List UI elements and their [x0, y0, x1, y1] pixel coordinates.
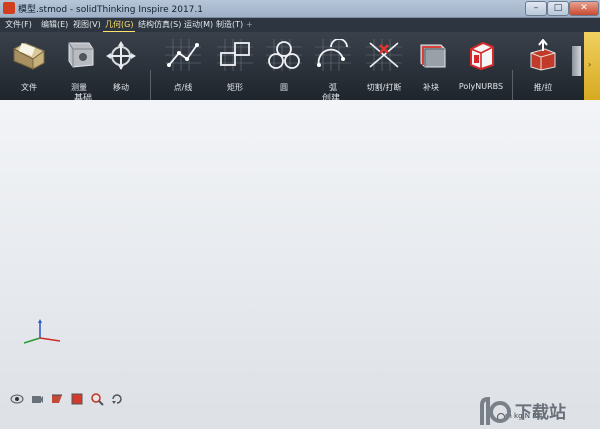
tool-trim-label: 切割/打断: [366, 83, 402, 92]
tool-file-label: 文件: [21, 83, 37, 92]
camera-icon[interactable]: [30, 392, 44, 406]
zoom-icon[interactable]: [90, 392, 104, 406]
tool-measure[interactable]: 测量: [56, 36, 102, 98]
watermark-logo: 下载站: [478, 395, 596, 429]
maximize-button[interactable]: □: [547, 1, 569, 16]
arc-icon: [315, 39, 351, 71]
push-pull-icon: [530, 39, 556, 71]
minimize-button[interactable]: –: [525, 1, 547, 16]
shaded-box-icon[interactable]: [70, 392, 84, 406]
trim-icon: [366, 39, 402, 71]
watermark-text: 下载站: [515, 403, 566, 423]
tool-move-label: 移动: [113, 83, 129, 92]
point-line-icon: [165, 39, 201, 71]
rectangle-icon: [217, 39, 253, 71]
tool-push-pull[interactable]: 推/拉: [520, 36, 566, 98]
tool-point-line-label: 点/线: [173, 83, 193, 92]
move-icon: [106, 41, 136, 70]
tool-circle[interactable]: 圆: [262, 36, 306, 98]
chevron-right-icon: ›: [588, 60, 592, 69]
tool-rectangle-label: 矩形: [227, 83, 243, 92]
tool-rectangle[interactable]: 矩形: [212, 36, 258, 98]
tool-push-pull-label: 推/拉: [533, 83, 553, 92]
menu-view[interactable]: 视图(V): [71, 19, 103, 31]
add-tab-button[interactable]: +: [244, 19, 255, 31]
tool-point-line[interactable]: 点/线: [158, 36, 208, 98]
tool-arc[interactable]: 弧: [310, 36, 356, 98]
menu-edit[interactable]: 编辑(E): [39, 19, 70, 31]
tool-trim[interactable]: 切割/打断: [360, 36, 408, 98]
close-button[interactable]: ✕: [569, 1, 599, 16]
menu-file[interactable]: 文件(F): [3, 19, 34, 31]
window-title: 模型.stmod - solidThinking Inspire 2017.1: [18, 5, 203, 15]
tool-file[interactable]: 文件: [6, 36, 52, 98]
menu-geometry[interactable]: 几何(G): [103, 19, 136, 32]
menu-manufacture[interactable]: 制造(T): [214, 19, 245, 31]
eye-icon[interactable]: [10, 392, 24, 406]
tool-polynurbs[interactable]: PolyNURBS: [454, 36, 508, 98]
polynurbs-icon: [470, 41, 494, 71]
section-view-icon[interactable]: [50, 392, 64, 406]
ribbon-scroll-right-button[interactable]: ›: [584, 32, 600, 100]
folder-icon: [12, 42, 46, 70]
tool-patch-label: 补块: [423, 83, 439, 92]
rotate-view-icon[interactable]: [110, 392, 124, 406]
tool-move[interactable]: 移动: [101, 36, 141, 98]
ribbon-toolbar: 文件 测量 移动 点/线 矩形 圆 弧 切割/打断 补块 PolyNURBS 推…: [0, 32, 600, 124]
tool-polynurbs-label: PolyNURBS: [458, 82, 504, 91]
watermark-icon: [480, 397, 511, 425]
menu-bar: 文件(F) 编辑(E) 视图(V) 几何(G) 结构仿真(S) 运动(M) 制造…: [0, 18, 600, 32]
partial-tool-icon: [572, 46, 581, 76]
measure-icon: [68, 42, 94, 68]
menu-motion[interactable]: 运动(M): [182, 19, 215, 31]
app-icon: [3, 2, 15, 14]
patch-icon: [420, 44, 446, 68]
tool-patch[interactable]: 补块: [410, 36, 452, 98]
circle-icon: [266, 39, 302, 71]
menu-structure[interactable]: 结构仿真(S): [136, 19, 183, 31]
model-viewport[interactable]: [0, 100, 600, 429]
axis-triad-icon: [23, 319, 61, 344]
title-bar: 模型.stmod - solidThinking Inspire 2017.1 …: [0, 0, 600, 18]
tool-circle-label: 圆: [280, 83, 288, 92]
